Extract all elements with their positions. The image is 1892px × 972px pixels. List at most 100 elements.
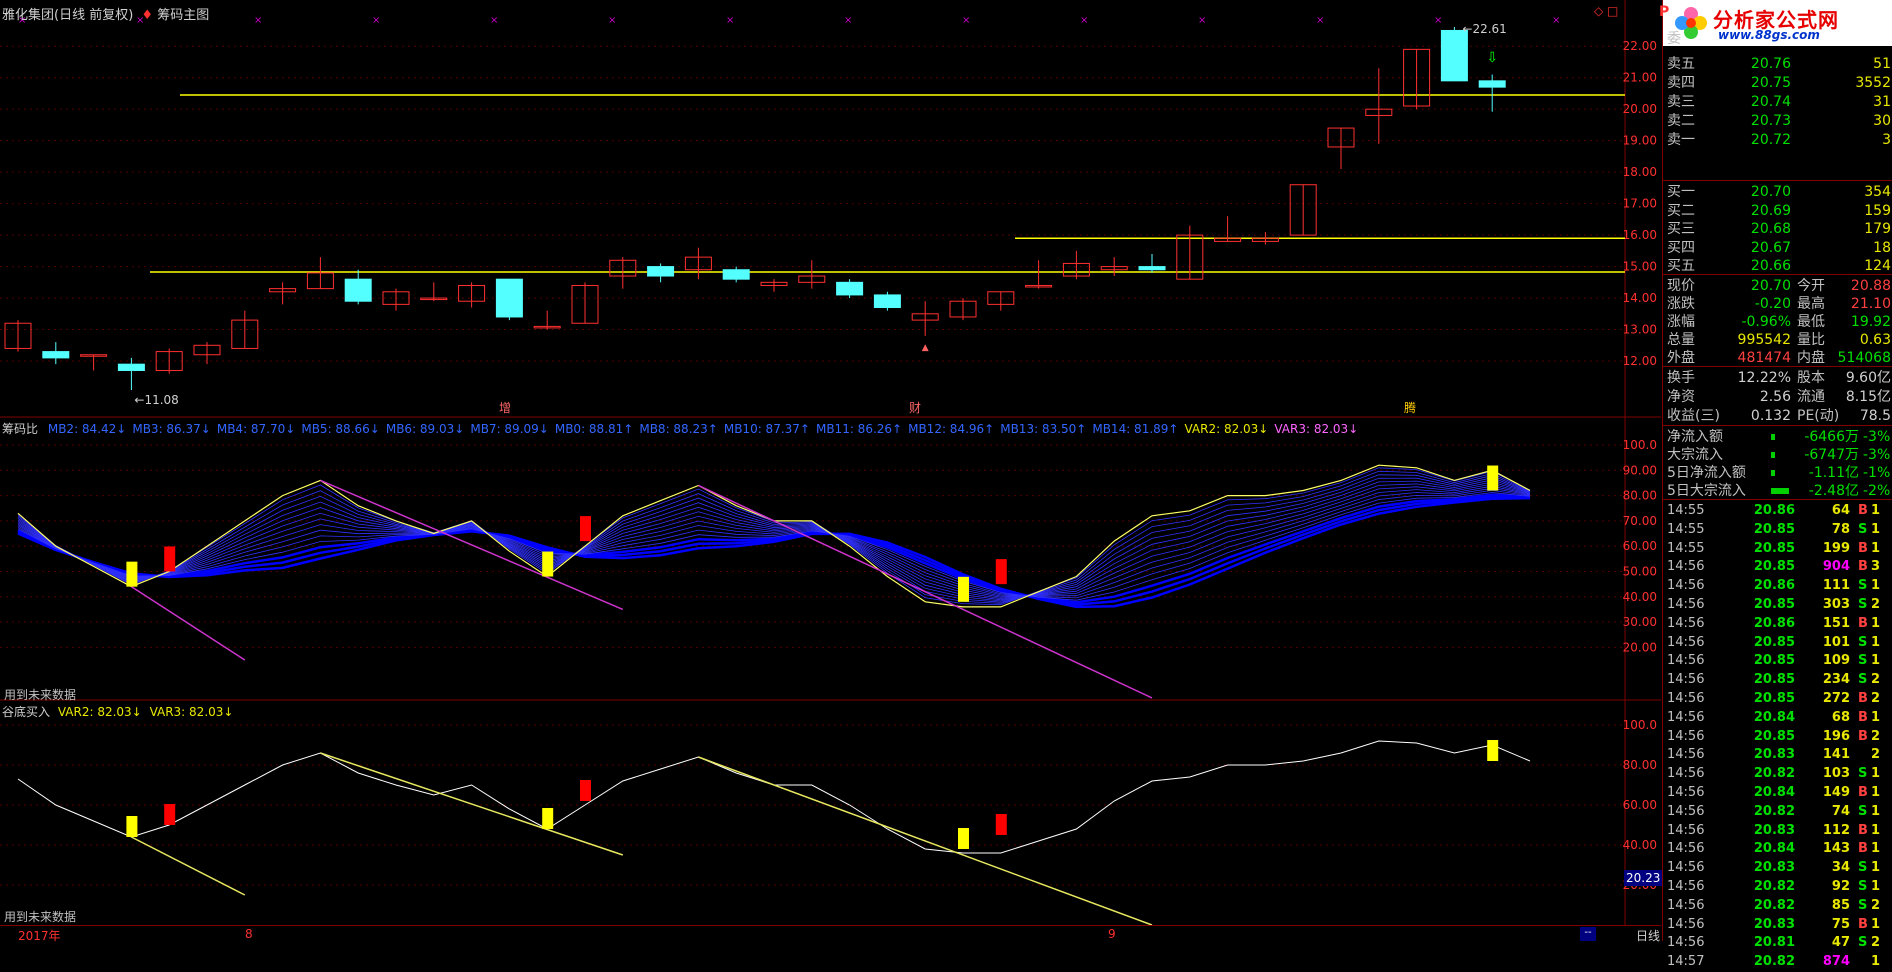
indicator1-item: MB10: 87.37↑: [723, 422, 810, 436]
event-marker: 财: [909, 401, 921, 415]
marker-x: ×: [962, 15, 970, 26]
indicator2-footnote: 用到未来数据: [4, 910, 77, 924]
orderbook-buy-row: 买三 20.68 179: [1667, 221, 1891, 237]
orderbook-buy-row: 买二 20.69 159: [1667, 202, 1891, 219]
fundamental-row: 净资 2.56 流通 8.15亿: [1667, 389, 1891, 405]
candle-body: [722, 269, 750, 280]
kline-chart[interactable]: 22.00 21.00 20.00 19.00 18.00 17.00 16.00 15.00…: [0, 0, 1661, 941]
indicator2-var2: VAR2: 82.03↓: [57, 705, 142, 719]
marker-x: ×: [1080, 15, 1088, 26]
orderbook-sell-row: 卖四 20.75 3552: [1667, 75, 1891, 91]
candle-body: [1138, 266, 1166, 271]
ind2-trend-line: [320, 752, 624, 856]
buy-signal-bar: [126, 816, 138, 837]
chip-main-label[interactable]: 筹码主图: [157, 8, 209, 23]
ind1-axis-label: 30.00: [1623, 615, 1657, 629]
orderbook-sell-row: 卖二 20.73 30: [1667, 113, 1891, 129]
quote-row: 总量 995542 量比 0.63: [1667, 332, 1891, 348]
orderbook-header: 委: [1667, 31, 1681, 47]
buy-signal-bar: [164, 546, 176, 572]
ind1-axis-label: 80.00: [1623, 489, 1657, 503]
price-axis-label: 13.00: [1623, 323, 1657, 337]
tick-row: 14:56 20.84 68 B 1: [1667, 709, 1881, 725]
low-price-label: ←11.08: [134, 393, 178, 407]
indicator1-item: MB7: 89.09↓: [470, 422, 549, 436]
quote-row: 涨幅 -0.96% 最低 19.92: [1667, 314, 1891, 330]
ind2-trend-line: [698, 756, 1153, 926]
orderbook-buy-row: 买四 20.67 18: [1667, 239, 1891, 256]
price-axis-label: 12.00: [1623, 354, 1657, 368]
marker-x: ×: [726, 15, 734, 26]
quote-panel: 分析家公式网 www.88gs.com P 委 卖五 20.76 51 卖四 20.75…: [1659, 0, 1892, 969]
fundamental-row: 换手 12.22% 股本 9.60亿: [1667, 370, 1891, 386]
price-axis-label: 17.00: [1623, 197, 1657, 211]
indicator1-items: MB2: 84.42↓ MB3: 86.37↓ MB4: 87.70↓ MB5: 88…: [42, 422, 1358, 436]
ind1-axis-label: 90.00: [1623, 463, 1657, 477]
tick-row: 14:56 20.82 103 S 1: [1667, 766, 1881, 782]
orderbook-sell-row: 卖一 20.72 3: [1667, 132, 1891, 148]
candle-body: [42, 351, 70, 359]
orderbook-buy-row: 买五 20.66 124: [1667, 258, 1891, 274]
buy-signal-bar: [958, 576, 969, 602]
buy-signal-bar: [1487, 740, 1499, 761]
period-label[interactable]: 日线: [1636, 927, 1660, 944]
date-axis-month-8: 8: [245, 927, 253, 941]
marker-x: ×: [844, 15, 852, 26]
indicator1-item: MB0: 88.81↑: [554, 422, 634, 436]
tick-row: 14:56 20.83 34 S 1: [1667, 860, 1881, 876]
ind1-main-line: [17, 464, 1531, 608]
buy-signal-bar: [542, 551, 554, 577]
ind1-axis-label: 70.00: [1623, 514, 1657, 528]
ind2-axis-label: 80.00: [1623, 758, 1657, 772]
indicator1-item: MB4: 87.70↓: [216, 422, 296, 436]
candle-body: [117, 363, 145, 371]
candle-body: [1440, 29, 1468, 82]
chart-title-bar: 雅化集团(日线 前复权) ♦ 筹码主图: [2, 4, 209, 23]
tick-row: 14:56 20.85 904 B 3: [1667, 559, 1881, 575]
buy-signal-bar: [164, 804, 176, 825]
tick-row: 14:56 20.81 47 S 2: [1667, 935, 1881, 951]
ind2-main-line: [17, 740, 1531, 854]
candle-body: [873, 294, 901, 309]
price-axis-label: 22.00: [1623, 39, 1657, 53]
indicator1-header: 筹码比 MB2: 84.42↓ MB3: 86.37↓ MB4: 87.70↓ MB5…: [2, 420, 1622, 437]
chip-ribbon-line: [17, 467, 1531, 606]
tick-row: 14:56 20.82 85 S 2: [1667, 897, 1881, 913]
orderbook-buy-row: 买一 20.70 354: [1667, 184, 1891, 200]
quote-row: 涨跌 -0.20 最高 21.10: [1667, 296, 1891, 312]
chart-area[interactable]: 22.00 21.00 20.00 19.00 18.00 17.00 16.00 15.00…: [0, 0, 1674, 944]
marker-x: ×: [490, 15, 498, 26]
price-axis-label: 15.00: [1623, 260, 1657, 274]
tick-row: 14:56 20.82 92 S 1: [1667, 879, 1881, 894]
scroll-button[interactable]: --: [1580, 927, 1596, 941]
buy-signal-bar: [126, 561, 138, 587]
event-marker: 腾: [1404, 400, 1416, 415]
tick-row: 14:56 20.83 141 2: [1667, 747, 1881, 763]
ind1-trend-line: [130, 586, 246, 661]
tick-row: 14:56 20.83 75 B 1: [1667, 916, 1881, 932]
ind1-axis-label: 40.00: [1623, 590, 1657, 604]
candle-body: [495, 278, 523, 318]
tick-row: 14:56 20.85 303 S 2: [1667, 597, 1881, 612]
ind2-axis-label: 100.0: [1623, 718, 1657, 732]
buy-signal-bar: [580, 516, 591, 542]
tick-row: 14:56 20.85 272 B 2: [1667, 691, 1881, 706]
indicator1-footnote: 用到未来数据: [4, 688, 77, 702]
tick-row: 14:55 20.85 199 B 1: [1667, 540, 1881, 556]
corner-buttons[interactable]: ◇ □: [1594, 4, 1618, 18]
indicator1-item: MB6: 89.03↓: [385, 422, 465, 436]
tick-row: 14:56 20.83 112 B 1: [1667, 822, 1881, 838]
buy-signal-bar: [958, 828, 969, 849]
indicator2-header: 谷底买入 VAR2: 82.03↓ VAR3: 82.03↓: [2, 703, 233, 720]
ind2-axis-label: 40.00: [1623, 838, 1657, 852]
candle-body: [836, 281, 864, 296]
buy-signal-bar: [995, 814, 1007, 835]
marker-x: ×: [1198, 15, 1206, 26]
tick-row: 14:55 20.85 78 S 1: [1667, 521, 1881, 537]
indicator1-name: 筹码比: [2, 422, 39, 436]
price-axis-label: 14.00: [1623, 291, 1657, 305]
marker-x: ×: [372, 15, 380, 26]
price-axis-label: 18.00: [1623, 165, 1657, 179]
buy-signal-bar: [580, 780, 591, 801]
ind1-axis-label: 100.0: [1623, 438, 1657, 452]
